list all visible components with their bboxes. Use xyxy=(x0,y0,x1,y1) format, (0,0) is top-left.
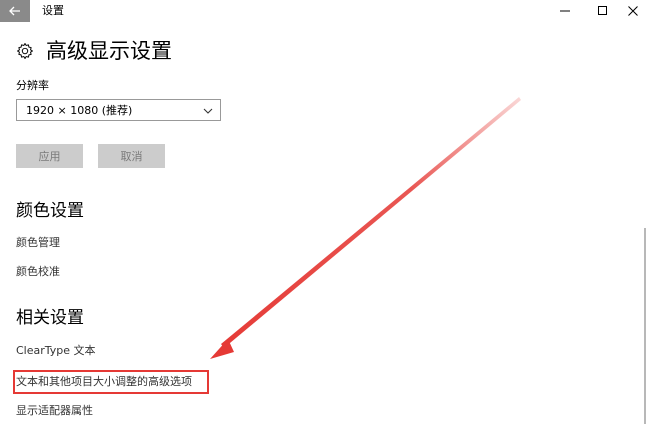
close-button[interactable] xyxy=(616,0,650,22)
annotation-highlight-box xyxy=(13,370,209,394)
display-adapter-properties-link[interactable]: 显示适配器属性 xyxy=(16,404,93,418)
maximize-button[interactable] xyxy=(586,0,620,22)
resolution-value: 1920 × 1080 (推荐) xyxy=(26,104,133,117)
cleartype-text-link[interactable]: ClearType 文本 xyxy=(16,344,96,358)
resolution-label: 分辨率 xyxy=(16,79,49,92)
cancel-button[interactable]: 取消 xyxy=(98,144,165,168)
app-title: 设置 xyxy=(42,4,64,17)
page-header: 高级显示设置 xyxy=(16,37,172,65)
color-settings-heading: 颜色设置 xyxy=(16,201,84,221)
resolution-dropdown[interactable]: 1920 × 1080 (推荐) xyxy=(16,99,221,121)
close-icon xyxy=(628,6,638,16)
back-button[interactable] xyxy=(0,0,30,22)
apply-button[interactable]: 应用 xyxy=(16,144,83,168)
title-bar: 设置 xyxy=(0,0,650,22)
chevron-down-icon xyxy=(203,108,213,114)
back-arrow-icon xyxy=(9,6,20,16)
maximize-icon xyxy=(598,6,607,15)
page-title: 高级显示设置 xyxy=(46,39,172,63)
color-calibration-link[interactable]: 颜色校准 xyxy=(16,265,60,279)
related-settings-heading: 相关设置 xyxy=(16,308,84,328)
scrollbar[interactable] xyxy=(644,228,646,424)
minimize-icon xyxy=(560,10,570,12)
color-management-link[interactable]: 颜色管理 xyxy=(16,236,60,250)
gear-icon xyxy=(17,43,33,59)
minimize-button[interactable] xyxy=(548,0,582,22)
